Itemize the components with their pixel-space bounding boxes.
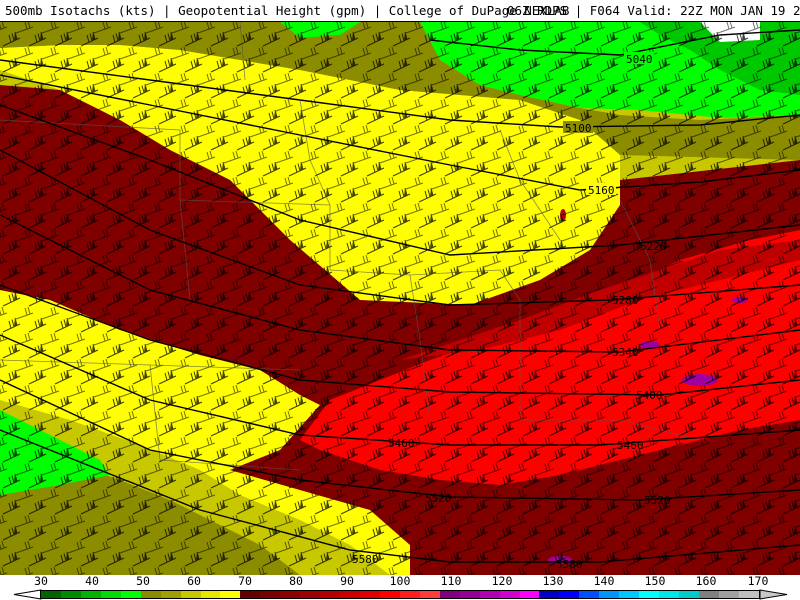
colorbar-swatch: [519, 591, 540, 598]
colorbar-swatch: [120, 591, 141, 598]
colorbar-swatch: [718, 591, 739, 598]
colorbar-swatch: [499, 591, 520, 598]
map-header: 500mb Isotachs (kts) | Geopotential Heig…: [0, 0, 800, 22]
contour-label: 5280: [612, 294, 639, 307]
colorbar-swatch: [260, 591, 281, 598]
header-right-title: 06Z RDPS | F064 Valid: 22Z MON JAN 19 20…: [507, 3, 800, 18]
colorbar-tick: 110: [440, 574, 462, 588]
header-left-title: 500mb Isotachs (kts) | Geopotential Heig…: [5, 3, 570, 18]
colorbar-swatch: [300, 591, 321, 598]
colorbar-swatch: [639, 591, 660, 598]
colorbar-left-arrow: [13, 589, 42, 600]
colorbar-right-arrow: [759, 589, 788, 600]
contour-label: 5580: [556, 558, 583, 571]
colorbar-tick: 120: [491, 574, 513, 588]
colorbar-swatch: [439, 591, 460, 598]
colorbar-swatch: [579, 591, 600, 598]
colorbar-tick: 100: [389, 574, 411, 588]
map-svg: 5040 5100 5160 5220 5280 5340 5400 5460 …: [0, 22, 800, 575]
contour-label: 5580: [352, 553, 379, 566]
colorbar-tick: 90: [340, 574, 354, 588]
colorbar-tick: 60: [187, 574, 201, 588]
colorbar-tick: 40: [85, 574, 99, 588]
colorbar-swatches: [40, 590, 760, 599]
colorbar: 30 40 50 60 70 80 90 100 110 120 130 140…: [0, 575, 800, 600]
colorbar-swatch: [220, 591, 241, 598]
colorbar-swatch: [160, 591, 181, 598]
colorbar-tick: 170: [747, 574, 769, 588]
colorbar-swatch: [60, 591, 81, 598]
colorbar-swatch: [738, 591, 759, 598]
contour-label: 5460: [617, 439, 644, 452]
colorbar-swatch: [200, 591, 221, 598]
colorbar-swatch: [679, 591, 699, 598]
colorbar-swatch: [698, 591, 719, 598]
contour-label: 5040: [626, 53, 653, 66]
colorbar-swatch: [80, 591, 101, 598]
colorbar-swatch: [340, 591, 360, 598]
contour-label: 5400: [636, 389, 663, 402]
contour-label: 5220: [640, 240, 667, 253]
colorbar-swatch: [539, 591, 560, 598]
contour-label: 5520: [425, 492, 452, 505]
colorbar-tick: 70: [238, 574, 252, 588]
colorbar-tick: 160: [695, 574, 717, 588]
colorbar-swatch: [41, 591, 61, 598]
colorbar-swatch: [320, 591, 341, 598]
colorbar-tick: 30: [34, 574, 48, 588]
colorbar-tick: 150: [644, 574, 666, 588]
colorbar-tick: 130: [542, 574, 564, 588]
colorbar-tick: 50: [136, 574, 150, 588]
colorbar-swatch: [180, 591, 201, 598]
contour-label: 5520: [644, 494, 671, 507]
colorbar-swatch: [140, 591, 161, 598]
colorbar-swatch: [599, 591, 620, 598]
colorbar-swatch: [280, 591, 301, 598]
colorbar-swatch: [360, 591, 380, 598]
colorbar-swatch: [479, 591, 500, 598]
colorbar-swatch: [379, 591, 400, 598]
colorbar-swatch: [619, 591, 640, 598]
contour-label: 5460: [388, 437, 415, 450]
colorbar-swatch: [419, 591, 440, 598]
colorbar-swatch: [659, 591, 679, 598]
contour-label: 5340: [612, 346, 639, 359]
colorbar-swatch: [240, 591, 261, 598]
colorbar-tick: 80: [289, 574, 303, 588]
colorbar-swatch: [559, 591, 580, 598]
colorbar-swatch: [100, 591, 121, 598]
colorbar-tick: 140: [593, 574, 615, 588]
contour-label: 5100: [565, 122, 592, 135]
weather-map: 5040 5100 5160 5220 5280 5340 5400 5460 …: [0, 22, 800, 575]
contour-label: 5160: [588, 184, 615, 197]
colorbar-swatch: [459, 591, 480, 598]
colorbar-swatch: [399, 591, 420, 598]
